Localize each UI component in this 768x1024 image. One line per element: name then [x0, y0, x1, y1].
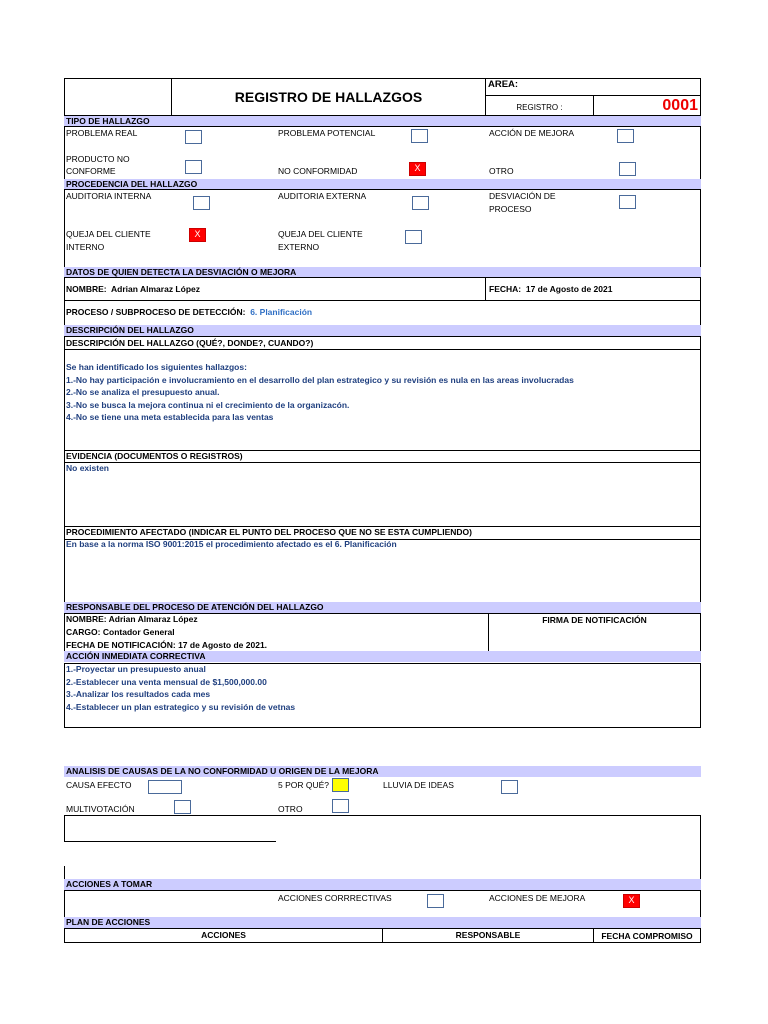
- checkbox-multivotacion[interactable]: [174, 800, 191, 814]
- mejora-label: ACCIONES DE MEJORA: [489, 893, 586, 903]
- responsable-header: RESPONSABLE DEL PROCESO DE ATENCIÓN DEL …: [64, 602, 701, 613]
- descripcion-line: 4.-No se tiene una meta establecida para…: [66, 412, 274, 422]
- analisis-header: ANALISIS DE CAUSAS DE LA NO CONFORMIDAD …: [64, 766, 701, 777]
- responsable-fecha: FECHA DE NOTIFICACIÓN: 17 de Agosto de 2…: [66, 640, 268, 650]
- page-title: REGISTRO DE HALLAZGOS: [171, 78, 486, 116]
- descripcion-subtitle: DESCRIPCIÓN DEL HALLAZGO (QUÉ?, DONDE?, …: [66, 338, 314, 348]
- proceso-field: PROCESO / SUBPROCESO DE DETECCIÓN: 6. Pl…: [66, 306, 312, 318]
- cargo-label: CARGO:: [66, 627, 101, 637]
- option-label: ACCIÓN DE MEJORA: [489, 128, 575, 138]
- accion-line: 1.-Proyectar un presupuesto anual: [66, 664, 206, 674]
- proceso-label: PROCESO / SUBPROCESO DE DETECCIÓN:: [66, 307, 246, 317]
- checkbox-queja-interno[interactable]: X: [189, 228, 206, 242]
- checkbox-desviacion-proceso[interactable]: [619, 195, 636, 209]
- checkbox-auditoria-externa[interactable]: [412, 196, 429, 210]
- option-label: MULTIVOTACIÓN: [66, 804, 135, 814]
- correctivas-label: ACCIONES CORRRECTIVAS: [278, 893, 392, 903]
- fecha-field: FECHA: 17 de Agosto de 2021: [489, 283, 612, 295]
- checkbox-auditoria-interna[interactable]: [193, 196, 210, 210]
- fecha-label: FECHA:: [489, 284, 522, 294]
- option-label: AUDITORIA EXTERNA: [278, 191, 367, 201]
- option-label: OTRO: [489, 166, 514, 176]
- option-label: CONFORME: [66, 166, 116, 176]
- registro-hallazgos-form: REGISTRO DE HALLAZGOS AREA: REGISTRO : 0…: [0, 0, 768, 1024]
- option-label: INTERNO: [66, 242, 105, 252]
- option-label: EXTERNO: [278, 242, 320, 252]
- registro-label: REGISTRO :: [485, 95, 594, 116]
- evidencia-header: EVIDENCIA (DOCUMENTOS O REGISTROS): [66, 451, 243, 461]
- area-field: AREA:: [485, 78, 701, 96]
- option-label: PRODUCTO NO: [66, 154, 130, 164]
- option-label: QUEJA DEL CLIENTE: [66, 229, 151, 239]
- checkbox-causa-efecto[interactable]: [148, 780, 182, 794]
- analisis-box: [64, 815, 701, 879]
- plan-header: PLAN DE ACCIONES: [64, 917, 701, 928]
- column-fecha-compromiso: FECHA COMPROMISO: [593, 928, 701, 943]
- checkbox-acciones-correctivas[interactable]: [427, 894, 444, 908]
- option-label: PROBLEMA POTENCIAL: [278, 128, 376, 138]
- checkbox-lluvia-ideas[interactable]: [501, 780, 518, 794]
- evidencia-text: No existen: [66, 463, 109, 473]
- checkbox-otro[interactable]: [619, 162, 636, 176]
- firma-label: FIRMA DE NOTIFICACIÓN: [542, 615, 647, 625]
- fecha-value: 17 de Agosto de 2021: [525, 284, 613, 294]
- column-acciones: ACCIONES: [64, 928, 383, 943]
- checkbox-no-conformidad[interactable]: X: [409, 162, 426, 176]
- logo-cell: [64, 78, 172, 116]
- option-label: OTRO: [278, 804, 303, 814]
- descripcion-line: 1.-No hay participación e involucramient…: [66, 374, 574, 385]
- nombre-label: NOMBRE:: [66, 284, 107, 294]
- nombre-field: NOMBRE: Adrian Almaraz López: [66, 283, 200, 295]
- option-label: AUDITORIA INTERNA: [66, 191, 152, 201]
- option-label: DESVIACIÓN DE: [489, 191, 556, 201]
- descripcion-line: Se han identificado los siguientes halla…: [66, 362, 247, 372]
- descripcion-line: 3.-No se busca la mejora continua ni el …: [66, 399, 350, 410]
- procedimiento-header: PROCEDIMIENTO AFECTADO (INDICAR EL PUNTO…: [66, 527, 472, 537]
- option-label: LLUVIA DE IDEAS: [383, 780, 454, 790]
- checkbox-problema-real[interactable]: [185, 130, 202, 144]
- cargo-value: Contador General: [102, 627, 175, 637]
- option-label: PROBLEMA REAL: [66, 128, 138, 138]
- nombre-value: Adrian Almaraz López: [111, 284, 200, 294]
- descripcion-line: 2.-No se analiza el presupuesto anual.: [66, 387, 220, 397]
- responsable-cargo: CARGO: Contador General: [66, 626, 175, 638]
- option-label: NO CONFORMIDAD: [278, 166, 358, 176]
- option-label: PROCESO: [489, 204, 532, 214]
- accion-line: 4.-Establecer un plan estrategico y su r…: [66, 701, 296, 712]
- option-label: CAUSA EFECTO: [66, 780, 132, 790]
- checkbox-queja-externo[interactable]: [405, 230, 422, 244]
- acciones-header: ACCIONES A TOMAR: [64, 879, 701, 890]
- accion-inmediata-header: ACCIÓN INMEDIATA CORRECTIVA: [64, 651, 701, 662]
- descripcion-header: DESCRIPCIÓN DEL HALLAZGO: [64, 325, 701, 336]
- column-responsable: RESPONSABLE: [382, 928, 594, 943]
- proceso-value: 6. Planificación: [250, 307, 313, 317]
- option-label: 5 POR QUÉ?: [278, 780, 330, 790]
- checkbox-producto-no-conforme[interactable]: [185, 160, 202, 174]
- responsable-nombre: NOMBRE: Adrian Almaraz López: [66, 614, 198, 624]
- procedimiento-text: En base a la norma ISO 9001:2015 el proc…: [66, 539, 397, 549]
- accion-inmediata-text: 1.-Proyectar un presupuesto anual 2.-Est…: [66, 663, 295, 713]
- accion-line: 3.-Analizar los resultados cada mes: [66, 689, 211, 699]
- checkbox-acciones-mejora[interactable]: X: [623, 894, 640, 908]
- descripcion-text: Se han identificado los siguientes halla…: [66, 361, 574, 424]
- registro-number: 0001: [593, 95, 701, 116]
- checkbox-5-por-que[interactable]: [332, 778, 349, 792]
- procedencia-box: [64, 189, 701, 268]
- checkbox-problema-potencial[interactable]: [411, 129, 428, 143]
- tipo-hallazgo-box: [64, 126, 701, 180]
- checkbox-accion-mejora[interactable]: [617, 129, 634, 143]
- checkbox-otro-analisis[interactable]: [332, 799, 349, 813]
- option-label: QUEJA DEL CLIENTE: [278, 229, 363, 239]
- accion-line: 2.-Establecer una venta mensual de $1,50…: [66, 676, 267, 687]
